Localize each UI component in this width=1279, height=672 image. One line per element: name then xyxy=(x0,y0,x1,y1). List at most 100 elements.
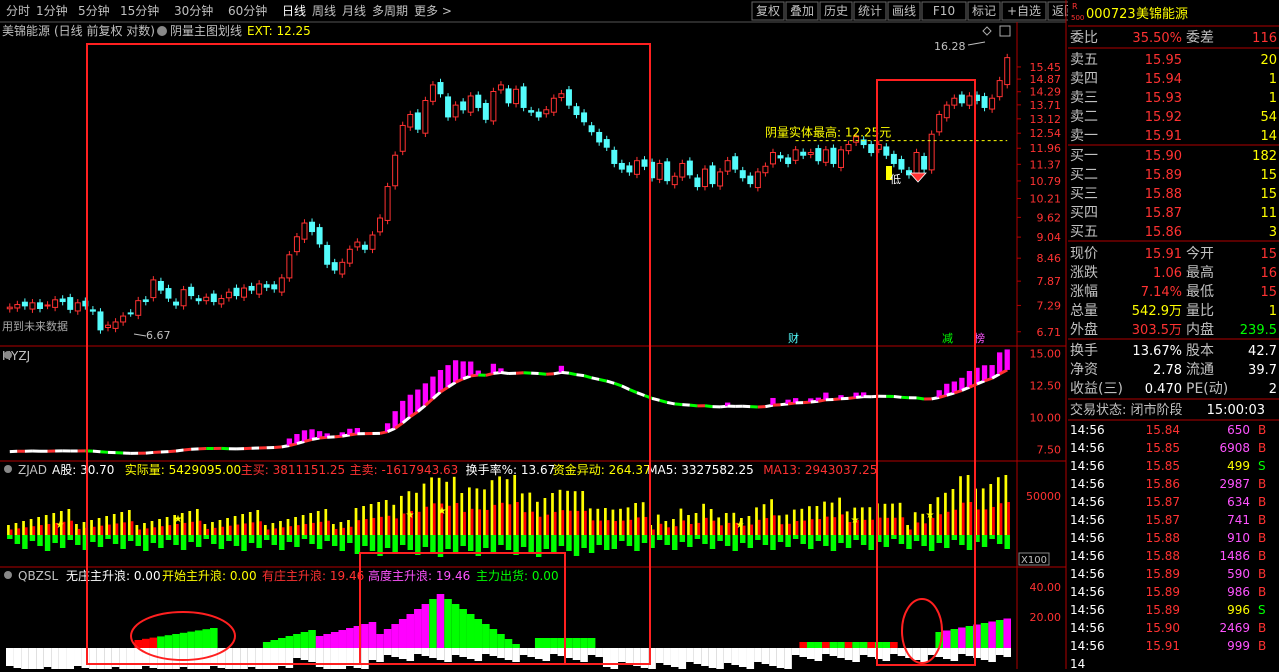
qbzsl-bar xyxy=(573,638,581,648)
zjad-buy-bar xyxy=(83,522,86,535)
zjad-buy-bar xyxy=(838,498,841,535)
hyzj-segment xyxy=(146,452,154,453)
zjad-red-bar xyxy=(697,523,700,535)
zjad-red-bar xyxy=(985,509,988,535)
qbzsl-bar xyxy=(406,614,414,648)
period-tab-8[interactable]: 月线 xyxy=(342,4,366,18)
period-tab-2[interactable]: 5分钟 xyxy=(78,3,110,18)
hyzj-segment xyxy=(93,451,101,452)
toolbar-button-7[interactable]: +自选 xyxy=(1007,4,1041,18)
qbzsl-base xyxy=(799,648,807,657)
tick-time-last: 14 xyxy=(1070,657,1085,669)
zjad-panel: ZJADA股: 30.70实际量: 5429095.00主买: 3811151.… xyxy=(4,462,1061,566)
qbzsl-base xyxy=(331,648,339,669)
zjad-sell-bar xyxy=(385,535,390,548)
tick-price-1: 15.85 xyxy=(1146,441,1180,455)
zjad-buy-bar xyxy=(30,519,33,535)
indicator-name: 阴量主图划线 xyxy=(170,24,242,38)
toolbar-button-2[interactable]: 历史 xyxy=(824,4,848,18)
qbzsl-base xyxy=(981,648,989,660)
zjad-red-bar xyxy=(153,527,156,535)
candle-83 xyxy=(634,161,639,175)
zjad-red-bar xyxy=(811,519,814,535)
zjad-sell-bar xyxy=(846,535,851,548)
zjad-star-icon: ★ xyxy=(438,506,447,517)
zjad-sell-bar xyxy=(226,535,231,541)
zjad-red-bar xyxy=(138,530,141,536)
zjad-buy-bar xyxy=(287,519,290,535)
toolbar-button-4[interactable]: 画线 xyxy=(892,4,916,18)
zjad-sell-bar xyxy=(173,535,178,545)
toolbar-button-5[interactable]: F10 xyxy=(933,4,955,18)
sell-price-0: 15.95 xyxy=(1145,53,1182,68)
jian-marker: 减 xyxy=(942,332,953,345)
qbzsl-dropdown-icon[interactable] xyxy=(4,571,12,579)
zjad-sell-bar xyxy=(710,535,715,549)
qbzsl-bar xyxy=(187,632,195,648)
qbzsl-bar xyxy=(437,594,445,648)
period-tab-3[interactable]: 15分钟 xyxy=(120,3,159,18)
zjad-buy-bar xyxy=(717,517,720,535)
zjad-sell-bar xyxy=(732,535,737,551)
qbzsl-bar xyxy=(505,639,513,648)
tick-price-8: 15.89 xyxy=(1146,567,1180,581)
qbzsl-base xyxy=(391,648,399,657)
period-tab-5[interactable]: 60分钟 xyxy=(228,3,267,18)
zjad-sell-bar xyxy=(574,535,579,556)
stat2-label-1-1: 流通 xyxy=(1186,362,1214,378)
sell-label-1: 卖四 xyxy=(1070,71,1098,87)
zjad-red-bar xyxy=(486,510,489,535)
zjad-buy-bar xyxy=(906,525,909,535)
hyzj-segment xyxy=(637,393,645,396)
qbzsl-bar xyxy=(270,640,278,648)
hyzj-segment xyxy=(720,406,728,407)
hyzj-segment xyxy=(493,373,501,374)
period-tab-1[interactable]: 1分钟 xyxy=(36,3,68,18)
stat-value-4-0: 303.5万 xyxy=(1132,323,1182,338)
zjad-sell-bar xyxy=(619,535,624,541)
tick-vol-11: 2469 xyxy=(1219,621,1250,635)
toolbar-button-1[interactable]: 叠加 xyxy=(790,4,814,18)
toolbar-button-6[interactable]: 标记 xyxy=(972,4,996,18)
period-tab-0[interactable]: 分时 xyxy=(6,4,30,18)
zjad-sell-bar xyxy=(740,535,745,543)
zjad-sell-bar xyxy=(816,535,821,541)
period-tab-6[interactable]: 日线 xyxy=(282,4,306,18)
stat-value-2-0: 7.14% xyxy=(1141,285,1182,300)
candle-41 xyxy=(317,228,322,244)
zjad-sell-bar xyxy=(120,535,125,549)
zjad-dropdown-icon[interactable] xyxy=(4,465,12,473)
zjad-buy-bar xyxy=(544,498,547,535)
buy-price-2: 15.88 xyxy=(1145,187,1182,202)
zjad-red-bar xyxy=(282,527,285,535)
toolbar-button-0[interactable]: 复权 xyxy=(756,4,780,18)
period-tab-10[interactable]: 更多 > xyxy=(414,4,452,18)
period-tab-9[interactable]: 多周期 xyxy=(372,4,408,18)
qbzsl-bar xyxy=(535,638,543,648)
qbzsl-base xyxy=(815,648,823,661)
toolbar-button-3[interactable]: 统计 xyxy=(858,4,882,18)
zjad-buy-bar xyxy=(566,491,569,535)
zjad-buy-bar xyxy=(136,525,139,535)
zjad-sell-bar xyxy=(967,535,972,550)
candle-105 xyxy=(801,152,806,155)
tick-side-12: B xyxy=(1258,639,1266,653)
zjad-sell-bar xyxy=(309,535,314,544)
weibi-value: 35.50% xyxy=(1132,31,1182,46)
zjad-sell-bar xyxy=(891,535,896,539)
period-tab-7[interactable]: 周线 xyxy=(312,4,336,18)
qbzsl-base xyxy=(920,648,928,662)
hyzj-dropdown-icon[interactable] xyxy=(4,351,12,359)
zjad-buy-bar xyxy=(596,509,599,535)
zjad-sell-bar xyxy=(52,535,57,543)
candle-82 xyxy=(627,166,632,172)
indicator-dropdown-icon[interactable] xyxy=(157,26,167,36)
zjad-sell-bar xyxy=(906,535,911,549)
zjad-buy-bar xyxy=(128,510,131,535)
window-icon[interactable] xyxy=(1000,26,1010,36)
tick-vol-12: 999 xyxy=(1227,639,1250,653)
zjad-sell-bar xyxy=(7,535,12,539)
period-tab-4[interactable]: 30分钟 xyxy=(174,3,213,18)
candle-79 xyxy=(604,140,609,148)
zjad-sell-bar xyxy=(60,535,65,548)
